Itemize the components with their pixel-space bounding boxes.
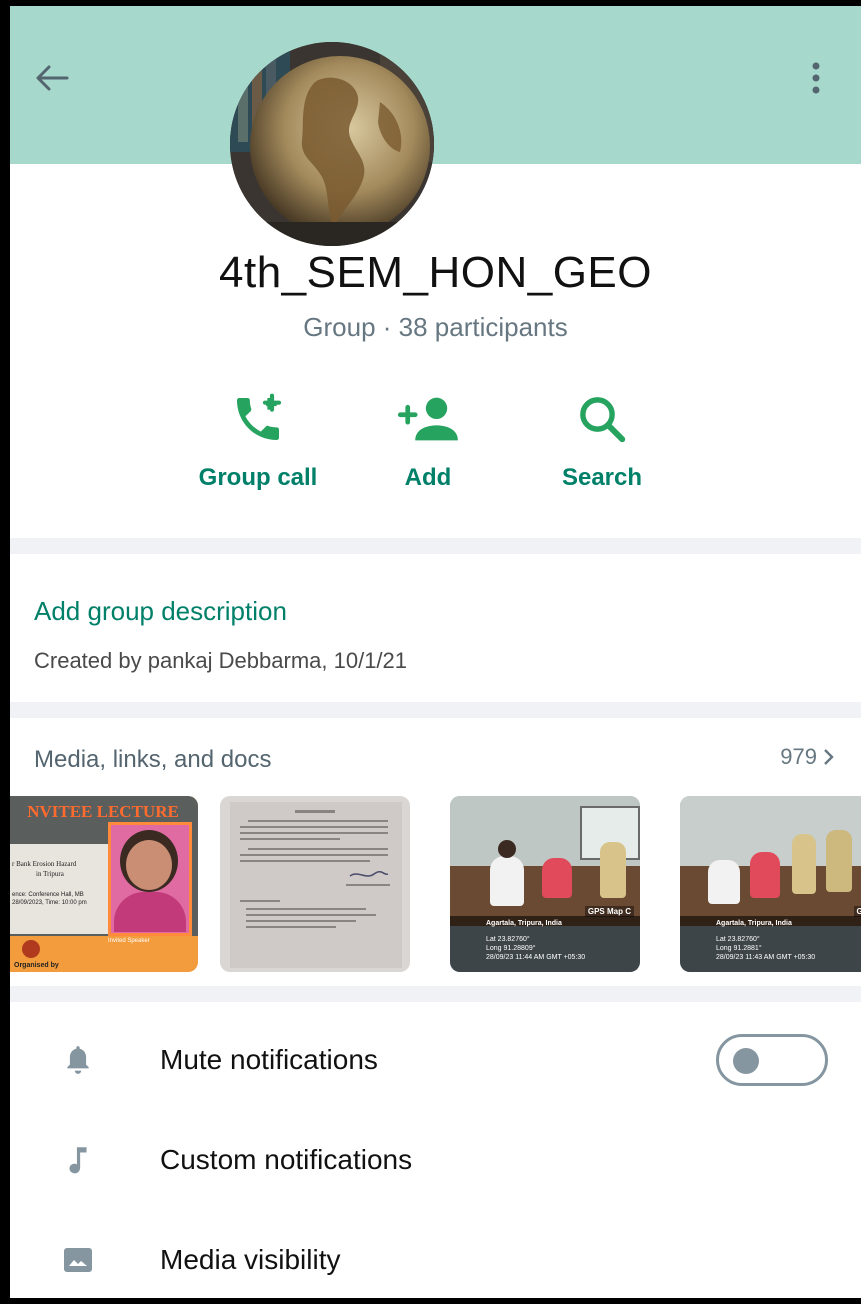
media-thumbnail-classroom-2[interactable]: Gl Agartala, Tripura, India Lat 23.82760… [680,796,861,972]
group-avatar[interactable] [230,42,434,246]
image-icon [64,1248,92,1272]
gps-badge-1: GPS Map C [584,906,634,917]
back-button[interactable] [28,54,76,102]
group-info-screen: 4th_SEM_HON_GEO Group · 38 participants … [10,6,861,1298]
custom-notifications-row[interactable]: Custom notifications [10,1110,861,1210]
group-call-label: Group call [198,464,318,491]
media-thumbnail-classroom-1[interactable]: GPS Map C Agartala, Tripura, India Lat 2… [450,796,640,972]
media-visibility-row[interactable]: Media visibility [10,1210,861,1298]
media-thumbnail-poster[interactable]: NVITEE LECTURE r Bank Erosion Hazard in … [10,796,198,972]
custom-notifications-label: Custom notifications [160,1144,413,1175]
gps-lat-2: Lat 23.82760° [716,936,760,943]
gps-lat-1: Lat 23.82760° [486,936,530,943]
poster-line-2: in Tripura [36,870,64,878]
add-label: Add [404,464,452,491]
settings-section: Mute notifications Custom notifications … [10,1002,861,1298]
gps-long-2: Long 91.2881° [716,945,762,952]
toggle-knob [733,1048,759,1074]
poster-organised: Organised by [14,962,59,969]
group-name: 4th_SEM_HON_GEO [219,248,652,297]
more-vert-icon [812,62,820,94]
search-icon [580,397,626,443]
add-participant-button[interactable]: Add [348,388,508,492]
gps-long-1: Long 91.28809° [486,945,536,952]
back-arrow-icon [36,65,69,91]
add-group-description-link[interactable]: Add group description [34,596,287,627]
search-label: Search [561,464,643,491]
media-thumbnail-document[interactable] [220,796,410,972]
description-section: Add group description Created by pankaj … [10,554,861,702]
poster-line-1: r Bank Erosion Hazard [12,860,77,868]
group-participants: Group · 38 participants [303,312,568,342]
gps-location-2: Agartala, Tripura, India [716,920,792,927]
add-person-icon [397,397,458,441]
globe-image [230,42,434,246]
music-note-icon [69,1147,87,1174]
chevron-right-icon [824,749,834,765]
media-count: 979 [780,744,817,769]
poster-speaker-label: Invited Speaker [108,938,150,944]
created-by-text: Created by pankaj Debbarma, 10/1/21 [34,648,408,673]
group-call-button[interactable]: Group call [178,388,338,492]
gps-location-1: Agartala, Tripura, India [486,920,562,927]
media-section-title[interactable]: Media, links, and docs [34,746,271,774]
mute-notifications-label: Mute notifications [160,1044,378,1075]
search-button[interactable]: Search [522,388,682,492]
header-bar [10,6,861,164]
gps-badge-2: Gl [853,906,861,917]
mute-notifications-toggle[interactable] [716,1034,828,1086]
mute-notifications-row[interactable]: Mute notifications [10,1010,861,1110]
poster-date: 28/09/2023, Time: 10:00 pm [12,900,87,906]
media-count-button[interactable]: 979 [780,744,835,770]
media-section: Media, links, and docs 979 NVITEE LECTUR… [10,718,861,986]
media-visibility-label: Media visibility [160,1244,341,1275]
gps-time-2: 28/09/23 11:43 AM GMT +05:30 [716,954,816,961]
poster-header: NVITEE LECTURE [27,802,179,821]
more-options-button[interactable] [798,54,834,102]
bell-icon [67,1046,89,1074]
add-call-icon [237,393,282,440]
document-image [230,802,402,968]
poster-venue: ence: Conference Hall, MB [12,892,84,898]
gps-time-1: 28/09/23 11:44 AM GMT +05:30 [486,954,586,961]
